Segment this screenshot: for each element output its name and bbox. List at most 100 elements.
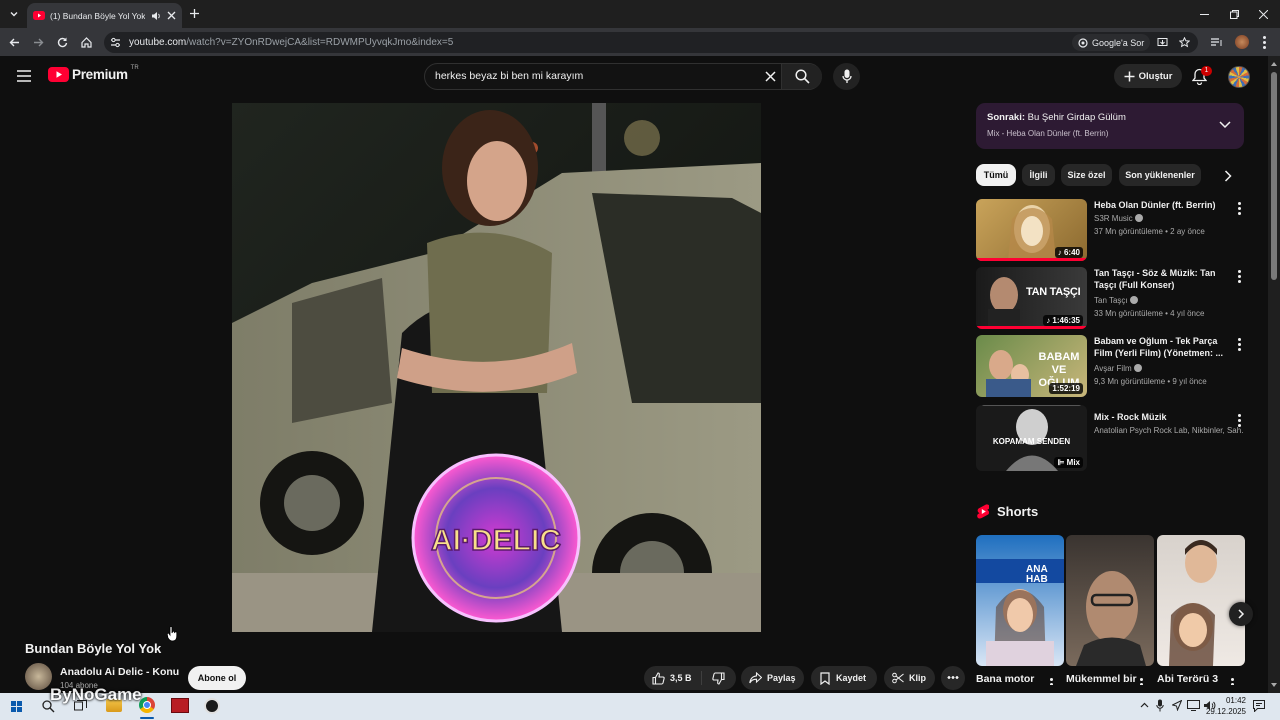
search-input[interactable]: herkes beyaz bi ben mi karayım <box>435 70 583 82</box>
short-card[interactable]: Mükemmel bir şiir <box>1066 535 1154 685</box>
notifications-button[interactable]: 1 <box>1192 66 1212 86</box>
channel-line[interactable]: S3R Music <box>1094 213 1224 225</box>
chip-related[interactable]: İlgili <box>1022 164 1055 186</box>
netflix-app-icon[interactable] <box>171 698 189 713</box>
notification-center-icon[interactable] <box>1253 700 1265 712</box>
channel-line[interactable]: Avşar Film <box>1094 363 1224 375</box>
like-button[interactable]: 3,5 B <box>644 666 701 690</box>
location-tray-icon[interactable] <box>1172 700 1182 711</box>
more-actions-button[interactable] <box>941 666 965 690</box>
tab-audio-icon[interactable] <box>151 11 161 21</box>
short-title[interactable]: Bana motor my dedi? <box>976 672 1048 685</box>
tab-search-icon[interactable] <box>8 8 20 20</box>
address-bar[interactable]: youtube.com/watch?v=ZYOnRDwejCA&list=RDW… <box>104 32 1198 53</box>
channel-name[interactable]: Anadolu Ai Delic - Konu <box>60 666 179 678</box>
chip-recently-uploaded[interactable]: Son yüklenenler <box>1119 164 1201 186</box>
media-control-icon[interactable] <box>1211 37 1223 48</box>
short-thumbnail[interactable] <box>1157 535 1245 666</box>
chevron-right-icon[interactable] <box>1224 170 1232 182</box>
subscribe-button[interactable]: Abone ol <box>188 666 246 690</box>
more-options-icon[interactable] <box>1237 269 1241 283</box>
video-thumbnail[interactable]: KOPAMAM SENDEN ⊫ Mix <box>976 405 1087 471</box>
video-duration: ⊫ Mix <box>1054 457 1083 468</box>
browser-menu-icon[interactable] <box>1263 36 1267 49</box>
clip-button[interactable]: Klip <box>884 666 935 690</box>
voice-search-button[interactable] <box>833 63 860 90</box>
playlist-panel[interactable]: Sonraki: Bu Şehir Girdap Gülüm Mix - Heb… <box>976 103 1244 149</box>
chip-for-you[interactable]: Size özel <box>1061 164 1112 186</box>
site-info-icon[interactable] <box>110 37 121 48</box>
network-icon[interactable] <box>1187 700 1200 711</box>
recommendation-card[interactable]: TAN TAŞÇI ♪ 1:46:35 Tan Taşçı - Söz & Mü… <box>976 267 1244 329</box>
video-player[interactable]: AI·DELIC <box>232 103 761 632</box>
watch-progress-bar <box>976 258 1087 261</box>
chevron-down-icon[interactable] <box>1219 121 1231 129</box>
clock[interactable]: 01:42 29.12.2025 <box>1200 695 1246 717</box>
circle-g-app-icon[interactable] <box>204 698 220 714</box>
more-options-icon[interactable] <box>1049 677 1053 685</box>
clear-search-icon[interactable] <box>765 71 776 82</box>
back-arrow-icon[interactable] <box>9 37 20 48</box>
dislike-button[interactable] <box>702 666 736 690</box>
home-icon[interactable] <box>81 37 92 48</box>
window-minimize-icon[interactable] <box>1200 10 1209 19</box>
browser-profile-avatar[interactable] <box>1235 35 1249 49</box>
youtube-logo[interactable]: Premium TR <box>48 65 139 82</box>
video-thumbnail[interactable]: TAN TAŞÇI ♪ 1:46:35 <box>976 267 1087 329</box>
verified-check-icon <box>1134 214 1143 222</box>
create-button[interactable]: Oluştur <box>1114 64 1182 88</box>
short-title[interactable]: Abi Terörü 3 <box>1157 672 1229 685</box>
share-button[interactable]: Paylaş <box>741 666 804 690</box>
video-title-link[interactable]: Heba Olan Dünler (ft. Berrin) <box>1094 199 1224 211</box>
browser-tab[interactable]: (1) Bundan Böyle Yol Yok - Y <box>27 3 182 28</box>
clip-label: Klip <box>909 673 926 683</box>
more-options-icon[interactable] <box>1237 201 1241 215</box>
short-thumbnail[interactable] <box>1066 535 1154 666</box>
save-label: Kaydet <box>836 673 867 683</box>
short-card[interactable]: ANA HAB Bana motor my dedi? <box>976 535 1064 685</box>
shorts-next-button[interactable] <box>1229 602 1253 626</box>
chip-all[interactable]: Tümü <box>976 164 1016 186</box>
tray-overflow-icon[interactable] <box>1140 702 1149 708</box>
install-app-icon[interactable] <box>1157 37 1168 48</box>
recommendation-card[interactable]: ♪ 6:40 Heba Olan Dünler (ft. Berrin) S3R… <box>976 199 1244 261</box>
video-title-link[interactable]: Babam ve Oğlum - Tek Parça Film (Yerli F… <box>1094 335 1224 359</box>
more-options-icon[interactable] <box>1237 337 1241 351</box>
scrollbar-thumb[interactable] <box>1271 72 1277 280</box>
scroll-up-icon[interactable] <box>1271 62 1277 66</box>
duration-text: 1:46:35 <box>1052 316 1080 325</box>
account-avatar[interactable] <box>1228 66 1250 88</box>
scroll-down-icon[interactable] <box>1271 683 1277 687</box>
recommendation-card[interactable]: BABAM VE OĞLUM 1:52:19 Babam ve Oğlum - … <box>976 335 1244 397</box>
more-options-icon[interactable] <box>1237 413 1241 427</box>
window-restore-icon[interactable] <box>1230 10 1239 19</box>
hamburger-menu-icon[interactable] <box>17 70 31 82</box>
video-thumbnail[interactable]: ♪ 6:40 <box>976 199 1087 261</box>
short-thumbnail[interactable]: ANA HAB <box>976 535 1064 666</box>
reload-icon[interactable] <box>57 37 68 48</box>
page-scrollbar[interactable] <box>1268 56 1280 693</box>
more-options-icon[interactable] <box>1139 677 1143 685</box>
save-button[interactable]: Kaydet <box>811 666 877 690</box>
short-title[interactable]: Mükemmel bir şiir <box>1066 672 1138 685</box>
bookmark-star-icon[interactable] <box>1179 37 1190 48</box>
more-options-icon[interactable] <box>1230 677 1234 685</box>
google-ask-chip[interactable]: Google'a Sor <box>1072 34 1151 51</box>
subscribe-label: Abone ol <box>197 673 237 683</box>
recommendation-card[interactable]: KOPAMAM SENDEN ⊫ Mix Mix - Rock Müzik An… <box>976 405 1244 471</box>
windows-start-icon[interactable] <box>11 701 22 712</box>
channel-avatar[interactable] <box>25 663 52 690</box>
forward-arrow-icon[interactable] <box>33 37 44 48</box>
youtube-logo-text: Premium <box>72 67 128 82</box>
microphone-tray-icon[interactable] <box>1156 699 1164 712</box>
video-title-link[interactable]: Tan Taşçı - Söz & Müzik: Tan Taşçı (Full… <box>1094 267 1224 291</box>
channel-line[interactable]: Tan Taşçı <box>1094 295 1224 307</box>
google-ask-label: Google'a Sor <box>1092 37 1145 48</box>
video-thumbnail[interactable]: BABAM VE OĞLUM 1:52:19 <box>976 335 1087 397</box>
video-title-link[interactable]: Mix - Rock Müzik <box>1094 411 1224 423</box>
clock-date: 29.12.2025 <box>1205 707 1246 716</box>
tab-close-icon[interactable] <box>167 11 176 20</box>
search-button[interactable] <box>782 64 822 89</box>
window-close-icon[interactable] <box>1259 10 1268 19</box>
new-tab-icon[interactable] <box>189 8 200 19</box>
